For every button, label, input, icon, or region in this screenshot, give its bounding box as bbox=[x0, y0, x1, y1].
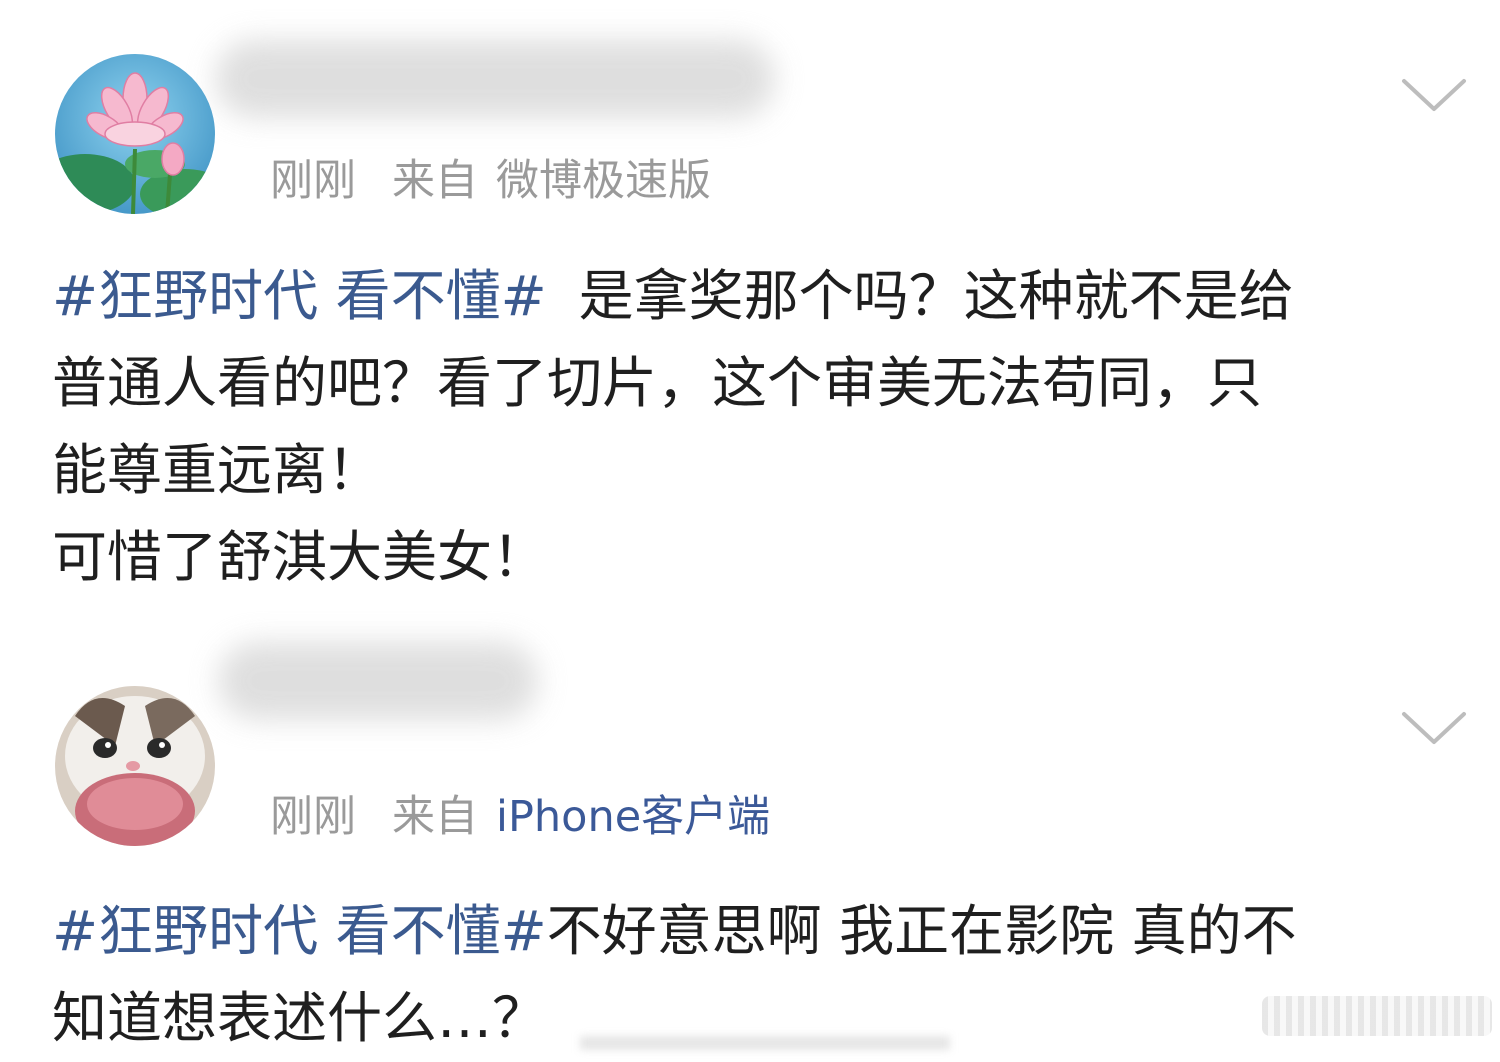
topic-hashtag-link[interactable]: #狂野时代 看不懂# bbox=[52, 264, 547, 328]
post-source: 微博极速版 bbox=[496, 156, 711, 206]
username-blurred bbox=[218, 642, 538, 720]
content-line: 能尊重远离！ bbox=[52, 438, 383, 502]
content-line: 普通人看的吧？看了切片，这个审美无法苟同，只 bbox=[52, 351, 1263, 415]
chevron-down-icon[interactable] bbox=[1400, 75, 1468, 115]
content-line: #狂野时代 看不懂# 是拿奖那个吗？这种就不是给 bbox=[52, 253, 1452, 340]
content-text: 不好意思啊 我正在影院 真的不 bbox=[546, 899, 1297, 963]
from-label: 来自 bbox=[392, 156, 478, 206]
username-blurred bbox=[215, 40, 775, 118]
content-line: #狂野时代 看不懂#不好意思啊 我正在影院 真的不 bbox=[52, 888, 1452, 975]
post-meta: 刚刚 来自 iPhone客户端 bbox=[270, 796, 770, 839]
post-source-link[interactable]: iPhone客户端 bbox=[496, 792, 770, 842]
from-label: 来自 bbox=[392, 792, 478, 842]
content-text: 是拿奖那个吗？这种就不是给 bbox=[578, 264, 1294, 328]
lotus-avatar-icon bbox=[55, 54, 215, 214]
chevron-down-icon[interactable] bbox=[1400, 708, 1468, 748]
weibo-post: 刚刚 来自 iPhone客户端 #狂野时代 看不懂#不好意思啊 我正在影院 真的不 … bbox=[0, 620, 1500, 1050]
weibo-post: 刚刚 来自 微博极速版 #狂野时代 看不懂# 是拿奖那个吗？这种就不是给 普通人看的吧… bbox=[0, 0, 1500, 620]
avatar[interactable] bbox=[55, 686, 215, 846]
avatar[interactable] bbox=[55, 54, 215, 214]
topic-hashtag-link[interactable]: #狂野时代 看不懂# bbox=[52, 899, 547, 963]
post-content: #狂野时代 看不懂# 是拿奖那个吗？这种就不是给 普通人看的吧？看了切片，这个审美… bbox=[52, 253, 1452, 601]
watermark-logo bbox=[1262, 996, 1492, 1036]
post-meta: 刚刚 来自 微博极速版 bbox=[270, 160, 711, 203]
content-line: 可惜了舒淇大美女！ bbox=[52, 525, 548, 589]
post-time: 刚刚 bbox=[270, 792, 356, 842]
cat-avatar-icon bbox=[55, 686, 215, 846]
post-time: 刚刚 bbox=[270, 156, 356, 206]
